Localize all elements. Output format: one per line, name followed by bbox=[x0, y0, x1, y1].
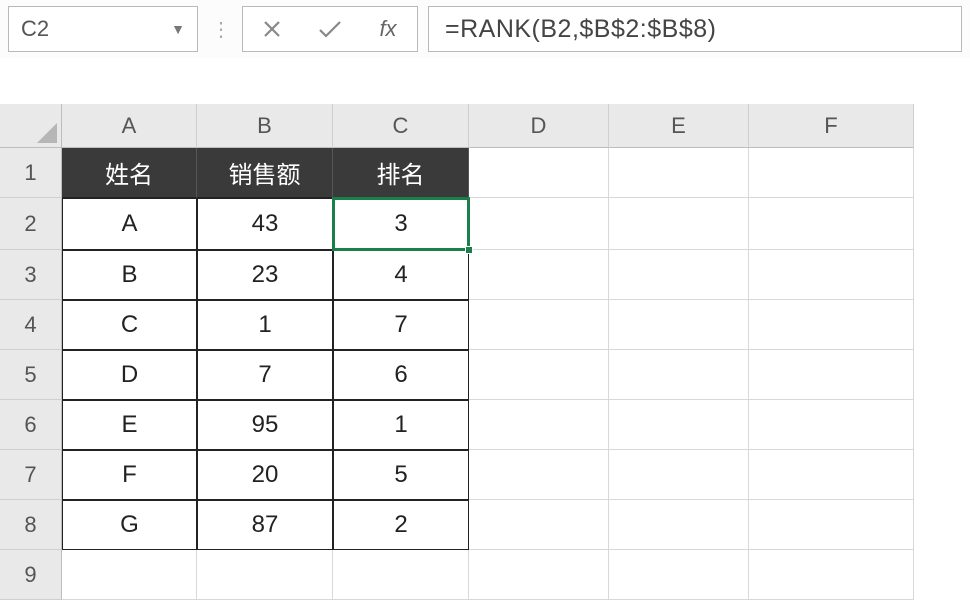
cell-F8[interactable] bbox=[749, 500, 914, 550]
column-header-F[interactable]: F bbox=[749, 104, 914, 148]
cell-D1[interactable] bbox=[469, 148, 609, 198]
formula-bar-separator: ⋮ bbox=[208, 17, 232, 42]
row-headers: 123456789 bbox=[0, 148, 62, 600]
formula-bar-buttons: fx bbox=[242, 6, 418, 52]
row-header-5[interactable]: 5 bbox=[0, 350, 62, 400]
row-header-6[interactable]: 6 bbox=[0, 400, 62, 450]
column-headers: ABCDEF bbox=[62, 104, 914, 148]
cell-B2[interactable]: 43 bbox=[197, 198, 333, 250]
column-header-A[interactable]: A bbox=[62, 104, 197, 148]
cell-C4[interactable]: 7 bbox=[333, 300, 469, 350]
enter-icon[interactable] bbox=[301, 7, 359, 51]
formula-text: =RANK(B2,$B$2:$B$8) bbox=[445, 15, 716, 44]
cell-A5[interactable]: D bbox=[62, 350, 197, 400]
cell-B8[interactable]: 87 bbox=[197, 500, 333, 550]
row-header-7[interactable]: 7 bbox=[0, 450, 62, 500]
cell-E9[interactable] bbox=[609, 550, 749, 600]
cell-B7[interactable]: 20 bbox=[197, 450, 333, 500]
cell-D6[interactable] bbox=[469, 400, 609, 450]
cell-F6[interactable] bbox=[749, 400, 914, 450]
name-box-value: C2 bbox=[21, 16, 49, 42]
cell-C9[interactable] bbox=[333, 550, 469, 600]
column-header-C[interactable]: C bbox=[333, 104, 469, 148]
cell-F2[interactable] bbox=[749, 198, 914, 250]
cell-A3[interactable]: B bbox=[62, 250, 197, 300]
name-box[interactable]: C2 ▼ bbox=[8, 6, 198, 52]
cell-A6[interactable]: E bbox=[62, 400, 197, 450]
formula-bar: C2 ▼ ⋮ fx =RANK(B2,$B$2:$B$8) bbox=[0, 0, 970, 58]
cell-D8[interactable] bbox=[469, 500, 609, 550]
row-header-3[interactable]: 3 bbox=[0, 250, 62, 300]
cell-D3[interactable] bbox=[469, 250, 609, 300]
cell-A9[interactable] bbox=[62, 550, 197, 600]
row-header-9[interactable]: 9 bbox=[0, 550, 62, 600]
column-header-E[interactable]: E bbox=[609, 104, 749, 148]
cell-D9[interactable] bbox=[469, 550, 609, 600]
cell-E5[interactable] bbox=[609, 350, 749, 400]
cell-E7[interactable] bbox=[609, 450, 749, 500]
cell-F9[interactable] bbox=[749, 550, 914, 600]
cell-F1[interactable] bbox=[749, 148, 914, 198]
cell-B6[interactable]: 95 bbox=[197, 400, 333, 450]
formula-input[interactable]: =RANK(B2,$B$2:$B$8) bbox=[428, 6, 962, 52]
cell-E2[interactable] bbox=[609, 198, 749, 250]
cell-D2[interactable] bbox=[469, 198, 609, 250]
cell-B3[interactable]: 23 bbox=[197, 250, 333, 300]
row-header-2[interactable]: 2 bbox=[0, 198, 62, 250]
cell-C6[interactable]: 1 bbox=[333, 400, 469, 450]
cell-F5[interactable] bbox=[749, 350, 914, 400]
cell-A8[interactable]: G bbox=[62, 500, 197, 550]
cell-B9[interactable] bbox=[197, 550, 333, 600]
column-header-D[interactable]: D bbox=[469, 104, 609, 148]
cell-C8[interactable]: 2 bbox=[333, 500, 469, 550]
fx-icon[interactable]: fx bbox=[359, 7, 417, 51]
cells-area: 姓名销售额排名A433B234C17D76E951F205G872 bbox=[62, 148, 914, 600]
cell-D4[interactable] bbox=[469, 300, 609, 350]
cell-E1[interactable] bbox=[609, 148, 749, 198]
cell-C3[interactable]: 4 bbox=[333, 250, 469, 300]
cell-B1[interactable]: 销售额 bbox=[197, 148, 333, 198]
cell-C5[interactable]: 6 bbox=[333, 350, 469, 400]
column-header-B[interactable]: B bbox=[197, 104, 333, 148]
cell-B5[interactable]: 7 bbox=[197, 350, 333, 400]
cell-E4[interactable] bbox=[609, 300, 749, 350]
cell-A7[interactable]: F bbox=[62, 450, 197, 500]
cell-B4[interactable]: 1 bbox=[197, 300, 333, 350]
cell-D5[interactable] bbox=[469, 350, 609, 400]
cell-A1[interactable]: 姓名 bbox=[62, 148, 197, 198]
cancel-icon[interactable] bbox=[243, 7, 301, 51]
cell-D7[interactable] bbox=[469, 450, 609, 500]
fill-handle[interactable] bbox=[465, 246, 473, 254]
cell-A4[interactable]: C bbox=[62, 300, 197, 350]
cell-E6[interactable] bbox=[609, 400, 749, 450]
row-header-4[interactable]: 4 bbox=[0, 300, 62, 350]
cell-F3[interactable] bbox=[749, 250, 914, 300]
cell-C2[interactable]: 3 bbox=[333, 198, 469, 250]
dropdown-icon[interactable]: ▼ bbox=[171, 21, 185, 37]
cell-F7[interactable] bbox=[749, 450, 914, 500]
row-header-1[interactable]: 1 bbox=[0, 148, 62, 198]
row-header-8[interactable]: 8 bbox=[0, 500, 62, 550]
cell-C1[interactable]: 排名 bbox=[333, 148, 469, 198]
cell-F4[interactable] bbox=[749, 300, 914, 350]
select-all-corner[interactable] bbox=[0, 104, 62, 148]
cell-E8[interactable] bbox=[609, 500, 749, 550]
cell-A2[interactable]: A bbox=[62, 198, 197, 250]
cell-E3[interactable] bbox=[609, 250, 749, 300]
cell-C7[interactable]: 5 bbox=[333, 450, 469, 500]
